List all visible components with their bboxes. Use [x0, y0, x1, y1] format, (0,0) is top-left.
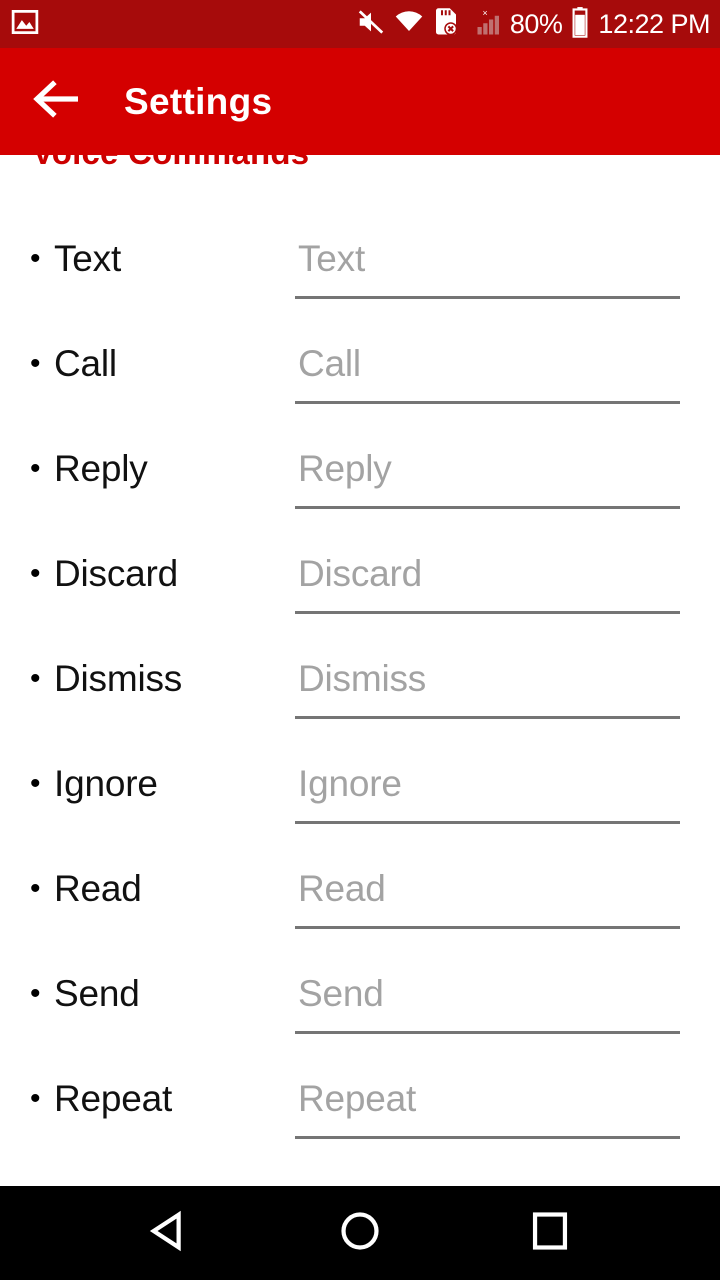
bullet-icon: •: [30, 872, 41, 905]
image-notification-icon: [10, 7, 40, 42]
clock-label: 12:22 PM: [598, 8, 710, 39]
command-input-discard[interactable]: [295, 551, 680, 614]
bullet-icon: •: [30, 767, 41, 800]
wifi-icon: [394, 7, 424, 42]
page-title: Settings: [124, 80, 273, 122]
command-label: Send: [54, 973, 140, 1014]
bullet-icon: •: [30, 662, 41, 695]
bullet-icon: •: [30, 347, 41, 380]
status-bar: × 80% 12:22 PM: [0, 0, 720, 48]
command-input-reply[interactable]: [295, 446, 680, 509]
sd-card-error-icon: [432, 7, 460, 42]
list-item: • Call: [0, 333, 720, 438]
command-label: Read: [54, 868, 142, 909]
list-item: • Dismiss: [0, 648, 720, 753]
row-label-group: • Reply: [0, 438, 295, 492]
battery-percent-label: 80%: [509, 8, 563, 39]
triangle-left-icon: [147, 1208, 193, 1259]
command-label: Dismiss: [54, 658, 183, 699]
row-field-group: [295, 1068, 720, 1139]
command-label: Call: [54, 343, 117, 384]
square-icon: [527, 1208, 573, 1259]
circle-icon: [337, 1208, 383, 1259]
row-label-group: • Text: [0, 228, 295, 282]
row-label-group: • Ignore: [0, 753, 295, 807]
command-input-call[interactable]: [295, 341, 680, 404]
command-input-text[interactable]: [295, 236, 680, 299]
app-bar: Settings: [0, 48, 720, 155]
bullet-icon: •: [30, 977, 41, 1010]
command-input-repeat[interactable]: [295, 1076, 680, 1139]
nav-recents-button[interactable]: [490, 1186, 610, 1280]
list-item: • Read: [0, 858, 720, 963]
voice-commands-list: • Text • Call • Reply: [0, 176, 720, 1173]
row-label-group: • Repeat: [0, 1068, 295, 1122]
status-bar-notifications: [0, 7, 40, 42]
arrow-left-icon: [32, 79, 84, 124]
list-item: • Discard: [0, 543, 720, 648]
command-label: Repeat: [54, 1078, 173, 1119]
svg-text:×: ×: [482, 7, 487, 17]
row-label-group: • Call: [0, 333, 295, 387]
row-label-group: • Discard: [0, 543, 295, 597]
settings-content: Voice Commands • Text • Call: [0, 130, 720, 1186]
bullet-icon: •: [30, 452, 41, 485]
bullet-icon: •: [30, 242, 41, 275]
bullet-icon: •: [30, 557, 41, 590]
row-field-group: [295, 543, 720, 614]
list-item: • Send: [0, 963, 720, 1068]
volume-muted-icon: [356, 7, 386, 42]
row-field-group: [295, 228, 720, 299]
row-label-group: • Read: [0, 858, 295, 912]
back-button[interactable]: [26, 70, 90, 134]
command-input-read[interactable]: [295, 866, 680, 929]
nav-back-button[interactable]: [110, 1186, 230, 1280]
row-label-group: • Dismiss: [0, 648, 295, 702]
command-input-send[interactable]: [295, 971, 680, 1034]
row-field-group: [295, 648, 720, 719]
row-field-group: [295, 753, 720, 824]
command-label: Text: [54, 238, 122, 279]
status-bar-system-icons: × 80% 12:22 PM: [356, 6, 720, 43]
list-item: • Reply: [0, 438, 720, 543]
row-label-group: • Send: [0, 963, 295, 1017]
command-input-dismiss[interactable]: [295, 656, 680, 719]
row-field-group: [295, 438, 720, 509]
system-navigation-bar: [0, 1186, 720, 1280]
bullet-icon: •: [30, 1082, 41, 1115]
row-field-group: [295, 963, 720, 1034]
row-field-group: [295, 333, 720, 404]
list-item: • Ignore: [0, 753, 720, 858]
command-label: Ignore: [54, 763, 158, 804]
list-item: • Text: [0, 228, 720, 333]
command-input-ignore[interactable]: [295, 761, 680, 824]
signal-bars-no-service-icon: ×: [468, 7, 502, 42]
command-label: Discard: [54, 553, 179, 594]
list-item: • Repeat: [0, 1068, 720, 1173]
phone-screen: × 80% 12:22 PM Settings • Text Text • Ca…: [0, 0, 720, 1280]
battery-icon: [570, 6, 590, 43]
nav-home-button[interactable]: [300, 1186, 420, 1280]
row-field-group: [295, 858, 720, 929]
command-label: Reply: [54, 448, 148, 489]
